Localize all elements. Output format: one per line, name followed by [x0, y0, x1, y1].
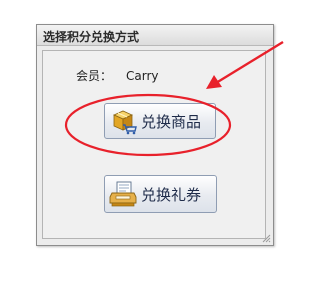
exchange-coupon-label: 兑换礼券 — [141, 185, 202, 204]
package-cart-icon — [113, 110, 137, 135]
content-panel: 会员： Carry 兑换商品 兑换礼券 — [42, 50, 266, 239]
voucher-printer-icon — [109, 181, 137, 207]
exchange-goods-button[interactable]: 兑换商品 — [104, 103, 216, 139]
title-bar: 选择积分兑换方式 — [37, 25, 273, 46]
dialog-title: 选择积分兑换方式 — [43, 30, 140, 44]
exchange-goods-label: 兑换商品 — [141, 112, 202, 131]
member-info: 会员： Carry — [76, 67, 159, 84]
member-label: 会员： — [76, 69, 113, 83]
member-name: Carry — [126, 69, 159, 83]
resize-grip-icon[interactable] — [261, 233, 271, 243]
exchange-method-dialog: 选择积分兑换方式 会员： Carry 兑换商品 兑换礼券 — [36, 24, 274, 246]
exchange-coupon-button[interactable]: 兑换礼券 — [104, 175, 217, 213]
